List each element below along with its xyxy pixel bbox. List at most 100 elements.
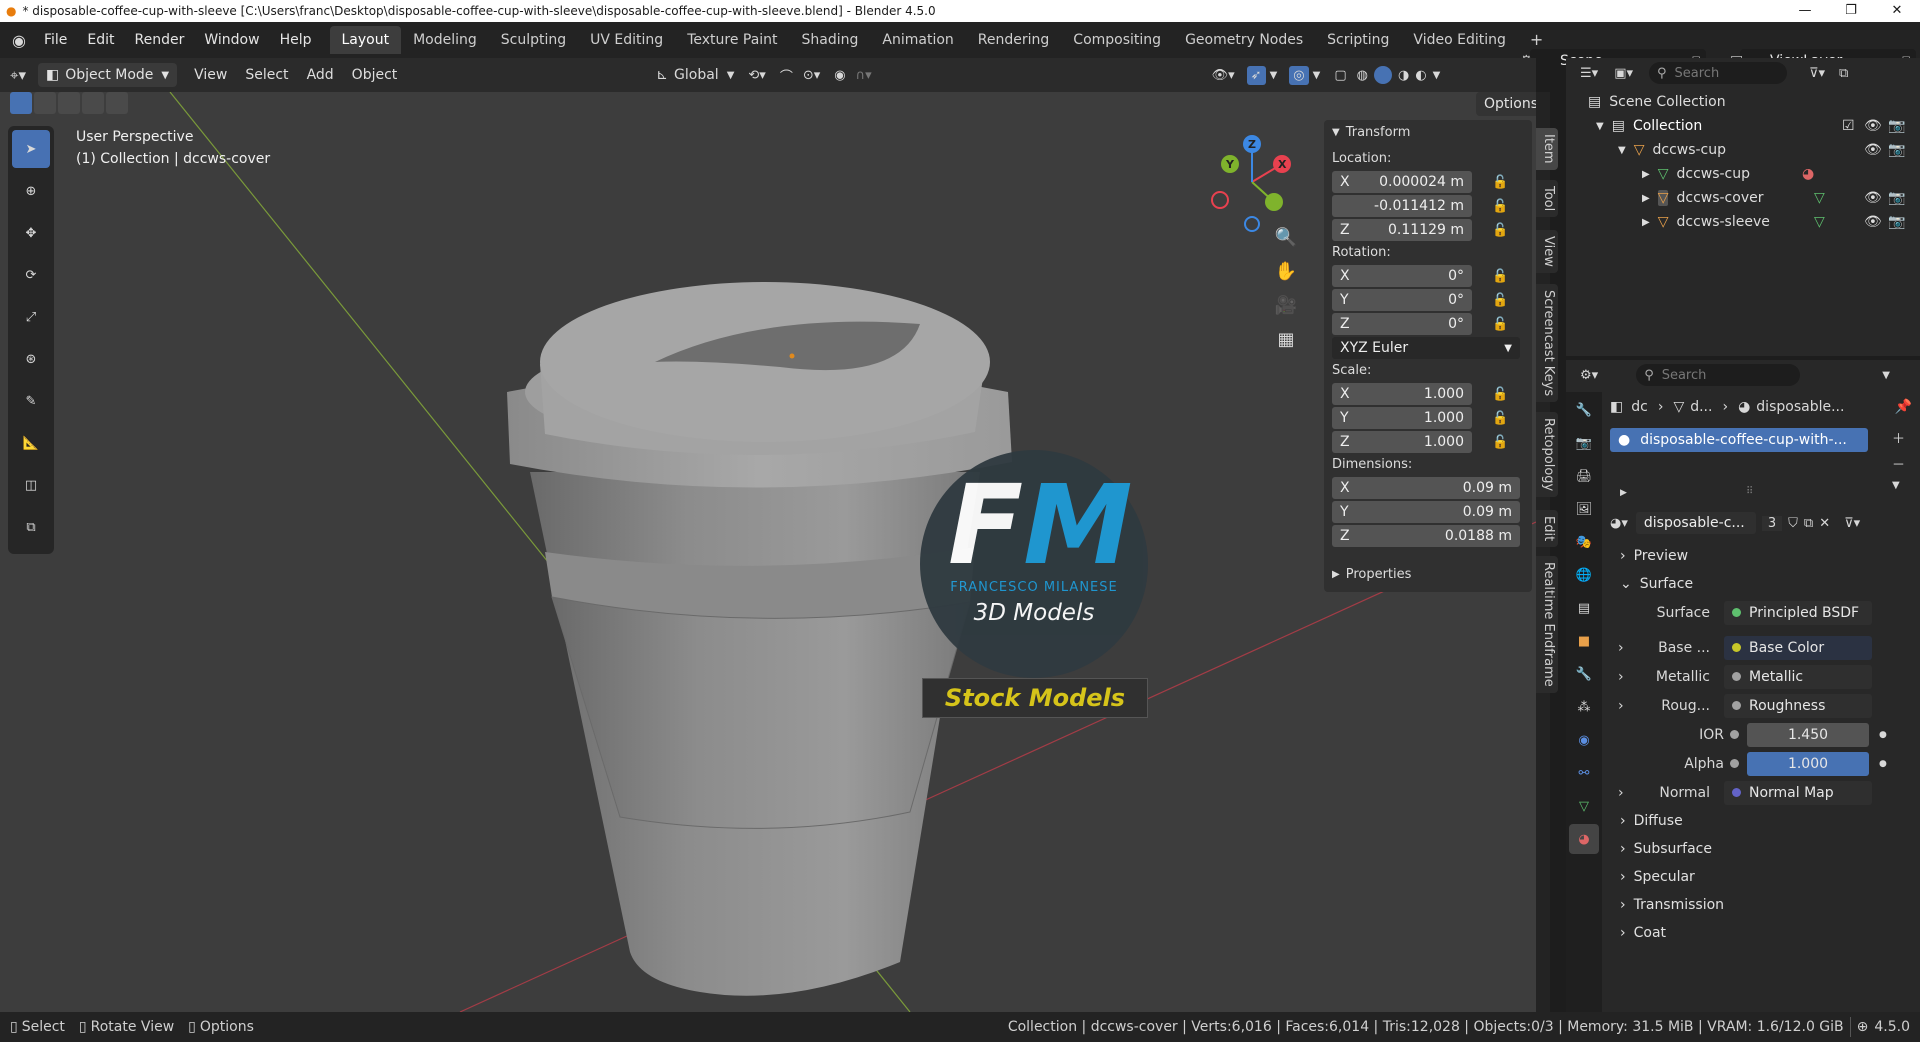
camera-icon[interactable]: 📷 <box>1888 214 1905 230</box>
pin-icon[interactable]: 📌 <box>1895 399 1912 415</box>
chevron-right-icon[interactable]: › <box>1610 640 1630 656</box>
select-intersect-icon[interactable] <box>106 92 128 114</box>
material-name-field[interactable]: disposable-c... <box>1635 512 1756 534</box>
lock-icon[interactable]: 🔓 <box>1492 293 1508 308</box>
lock-icon[interactable]: 🔓 <box>1492 199 1508 214</box>
properties-editor-icon[interactable]: ⚙▾ <box>1580 368 1598 383</box>
chevron-right-icon[interactable]: › <box>1610 785 1630 801</box>
chevron-down-icon[interactable]: ▼ <box>1882 370 1890 381</box>
material-slot[interactable]: ● disposable-coffee-cup-with-... <box>1610 428 1868 452</box>
unlink-material-icon[interactable]: ✕ <box>1819 516 1830 531</box>
menu-render[interactable]: Render <box>125 32 195 48</box>
scale-z-field[interactable]: Z 1.000 <box>1332 431 1472 453</box>
lock-icon[interactable]: 🔓 <box>1492 411 1508 426</box>
location-z-field[interactable]: Z 0.11129 m <box>1332 219 1472 241</box>
eye-icon[interactable]: 👁 <box>1864 118 1882 134</box>
outliner-row-scene-collection[interactable]: ▤ Scene Collection <box>1566 90 1920 114</box>
coat-subpanel[interactable]: › Coat <box>1610 919 1920 947</box>
metallic-field[interactable]: Metallic <box>1724 664 1872 689</box>
add-cube-tool-icon[interactable]: ◫ <box>12 466 50 504</box>
lock-icon[interactable]: 🔓 <box>1492 387 1508 402</box>
maximize-button[interactable]: ❐ <box>1828 0 1874 22</box>
rotation-z-field[interactable]: Z 0° <box>1332 313 1472 335</box>
menu-view[interactable]: View <box>185 67 236 83</box>
eye-icon[interactable]: 👁 <box>1864 214 1882 230</box>
tab-compositing[interactable]: Compositing <box>1061 26 1173 54</box>
chevron-right-icon[interactable]: › <box>1610 698 1630 714</box>
output-tab-icon[interactable]: 🖨 <box>1569 461 1599 491</box>
transform-orientation-dropdown[interactable]: ⊾ Global ▼ <box>656 67 734 83</box>
surface-shader-field[interactable]: Principled BSDF <box>1724 600 1872 625</box>
data-tab-icon[interactable]: ▽ <box>1569 791 1599 821</box>
3d-viewport[interactable]: FM FRANCESCO MILANESE 3D Models Stock Mo… <box>0 92 1536 1012</box>
move-tool-icon[interactable]: ✥ <box>12 214 50 252</box>
new-collection-icon[interactable]: ⧉ <box>1839 66 1848 81</box>
keyframe-dot-icon[interactable]: ● <box>1879 759 1887 769</box>
overlay-dropdown-icon[interactable]: ▼ <box>1313 70 1321 81</box>
dimension-x-field[interactable]: X 0.09 m <box>1332 477 1520 499</box>
camera-icon[interactable]: 📷 <box>1888 142 1905 158</box>
tool-tab-icon[interactable]: 🔧 <box>1569 395 1599 425</box>
tab-animation[interactable]: Animation <box>870 26 965 54</box>
shading-wireframe-icon[interactable]: ◍ <box>1357 68 1368 83</box>
normal-field[interactable]: Normal Map <box>1724 780 1872 805</box>
display-mode-icon[interactable]: ▣▾ <box>1614 66 1633 81</box>
rotation-y-field[interactable]: Y 0° <box>1332 289 1472 311</box>
diffuse-subpanel[interactable]: › Diffuse <box>1610 807 1920 835</box>
scene-tab-icon[interactable]: 🎭 <box>1569 527 1599 557</box>
menu-edit[interactable]: Edit <box>77 32 124 48</box>
fake-user-icon[interactable]: ⛉ <box>1788 516 1798 531</box>
outliner-editor-icon[interactable]: ☰▾ <box>1580 66 1598 81</box>
scale-tool-icon[interactable]: ⤢ <box>12 298 50 336</box>
dimension-y-field[interactable]: Y 0.09 m <box>1332 501 1520 523</box>
dimension-z-field[interactable]: Z 0.0188 m <box>1332 525 1520 547</box>
tab-texture-paint[interactable]: Texture Paint <box>675 26 789 54</box>
tab-modeling[interactable]: Modeling <box>401 26 489 54</box>
menu-window[interactable]: Window <box>194 32 269 48</box>
outliner-row-dccws-cup-mesh[interactable]: ▶ ▽ dccws-cup ◕ <box>1566 162 1920 186</box>
view-layer-tab-icon[interactable]: 🖼 <box>1569 494 1599 524</box>
tab-scripting[interactable]: Scripting <box>1315 26 1401 54</box>
particles-tab-icon[interactable]: ⁂ <box>1569 692 1599 722</box>
lock-icon[interactable]: 🔓 <box>1492 317 1508 332</box>
lock-icon[interactable]: 🔓 <box>1492 435 1508 450</box>
shading-rendered-icon[interactable]: ◐ <box>1415 68 1426 83</box>
measure-tool-icon[interactable]: 📐 <box>12 424 50 462</box>
shading-solid-icon[interactable] <box>1373 66 1392 84</box>
outliner-row-dccws-sleeve[interactable]: ▶ ▽ dccws-sleeve ▽ 👁 📷 <box>1566 210 1920 234</box>
alpha-field[interactable]: 1.000 <box>1747 751 1869 776</box>
eye-icon[interactable]: 👁 <box>1864 190 1882 206</box>
preview-panel-header[interactable]: › Preview <box>1610 542 1920 570</box>
tab-tool[interactable]: Tool <box>1536 180 1558 218</box>
scale-y-field[interactable]: Y 1.000 <box>1332 407 1472 429</box>
menu-help[interactable]: Help <box>270 32 322 48</box>
snap-target-icon[interactable]: ⊙▾ <box>803 68 820 83</box>
tab-retopology[interactable]: Retopology <box>1536 412 1558 498</box>
tab-geometry-nodes[interactable]: Geometry Nodes <box>1173 26 1315 54</box>
material-filter-icon[interactable]: ⊽▾ <box>1844 516 1860 531</box>
add-slot-icon[interactable]: ＋ <box>1892 428 1905 447</box>
menu-file[interactable]: File <box>34 32 77 48</box>
subsurface-subpanel[interactable]: › Subsurface <box>1610 835 1920 863</box>
constraints-tab-icon[interactable]: ⚯ <box>1569 758 1599 788</box>
tab-rendering[interactable]: Rendering <box>966 26 1062 54</box>
eye-icon[interactable]: 👁 <box>1864 142 1882 158</box>
rotation-mode-dropdown[interactable]: XYZ Euler ▼ <box>1332 337 1520 359</box>
object-tab-icon[interactable]: ■ <box>1569 626 1599 656</box>
shading-material-icon[interactable]: ◑ <box>1398 68 1409 83</box>
tab-shading[interactable]: Shading <box>790 26 871 54</box>
navigation-gizmo[interactable]: X Z Y <box>1202 132 1302 232</box>
render-tab-icon[interactable]: 📷 <box>1569 428 1599 458</box>
visibility-icon[interactable]: 👁▾ <box>1212 68 1235 83</box>
tab-edit[interactable]: Edit <box>1536 510 1558 548</box>
resize-handle-icon[interactable]: ⠿ <box>1746 486 1753 497</box>
tab-sculpting[interactable]: Sculpting <box>489 26 578 54</box>
options-dropdown[interactable]: Options ▼ <box>1476 92 1536 116</box>
falloff-icon[interactable]: ∩▾ <box>856 68 872 83</box>
material-tab-icon[interactable]: ◕ <box>1569 824 1599 854</box>
collection-tab-icon[interactable]: ▤ <box>1569 593 1599 623</box>
lock-icon[interactable]: 🔓 <box>1492 175 1508 190</box>
rotation-x-field[interactable]: X 0° <box>1332 265 1472 287</box>
slot-specials-icon[interactable]: ▼ <box>1892 480 1900 491</box>
annotate-tool-icon[interactable]: ✎ <box>12 382 50 420</box>
